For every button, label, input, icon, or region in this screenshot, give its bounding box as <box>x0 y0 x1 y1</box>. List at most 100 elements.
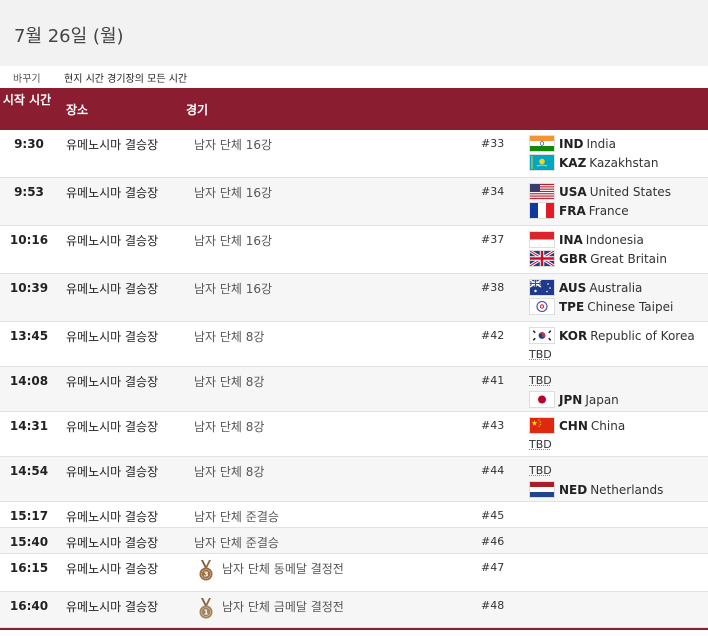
venue: 유메노시마 결승장 <box>66 600 159 614</box>
teams: KOR Republic of Korea TBD <box>529 326 695 364</box>
match-number: #34 <box>481 185 505 198</box>
page-title: 7월 26일 (월) <box>14 26 124 47</box>
start-time: 15:40 <box>9 535 49 549</box>
gbr-flag <box>529 250 555 267</box>
table-row: 10:16 유메노시마 결승장 남자 단체 16강 #37 INA Indonesia GB… <box>0 226 708 274</box>
teams: CHN China TBD <box>529 416 625 454</box>
team-code: JPN <box>559 392 583 407</box>
team[interactable]: CHN China <box>529 416 625 435</box>
toggle-label: 바꾸기 <box>13 74 41 85</box>
team-name: United States <box>589 184 671 199</box>
teams: INA Indonesia GBR Great Britain <box>529 230 667 268</box>
team-code: INA <box>559 232 583 247</box>
table-header: 시작 시간 장소 경기 <box>0 88 708 130</box>
start-time: 14:31 <box>9 419 49 433</box>
table-row: 14:31 유메노시마 결승장 남자 단체 8강 #43 CHN China TBD <box>0 412 708 457</box>
teams: TBD JPN Japan <box>529 371 619 409</box>
table-row: 14:54 유메노시마 결승장 남자 단체 8강 #44 TBD NED Netherlan… <box>0 457 708 502</box>
kor-flag <box>529 327 555 344</box>
start-time: 15:17 <box>9 509 49 523</box>
team-name: Netherlands <box>590 482 664 497</box>
team[interactable]: GBR Great Britain <box>529 249 667 268</box>
table-row: 15:17 유메노시마 결승장 남자 단체 준결승 #45 <box>0 502 708 528</box>
ina-flag <box>529 231 555 248</box>
time-toggle-row: 바꾸기 현지 시간 경기장의 모든 시간 <box>0 66 708 88</box>
team-name: Chinese Taipei <box>587 299 674 314</box>
team-name: Australia <box>589 280 643 295</box>
venue: 유메노시마 결승장 <box>66 510 159 524</box>
match-number: #44 <box>481 464 505 477</box>
team[interactable]: AUS Australia <box>529 278 673 297</box>
tbd-label: TBD <box>529 464 552 477</box>
table-row: 9:53 유메노시마 결승장 남자 단체 16강 #34 USA United State… <box>0 178 708 226</box>
team[interactable]: KOR Republic of Korea <box>529 326 695 345</box>
teams: TBD NED Netherlands <box>529 461 663 499</box>
title-bar: 7월 26일 (월) <box>0 0 708 66</box>
event-name: 남자 단체 8강 <box>194 330 265 344</box>
event-name: 남자 단체 16강 <box>194 234 273 248</box>
start-time: 13:45 <box>9 329 49 343</box>
team-code: CHN <box>559 418 588 433</box>
team[interactable]: FRA France <box>529 201 671 220</box>
match-number: #37 <box>481 233 505 246</box>
team[interactable]: TPE Chinese Taipei <box>529 297 673 316</box>
match-number: #48 <box>481 599 505 612</box>
team[interactable]: USA United States <box>529 182 671 201</box>
chn-flag <box>529 417 555 434</box>
venue: 유메노시마 결승장 <box>66 330 159 344</box>
time-zone-toggle[interactable]: 현지 시간 경기장의 모든 시간 <box>64 70 187 85</box>
match-number: #41 <box>481 374 505 387</box>
team-name: Japan <box>585 392 619 407</box>
header-event: 경기 <box>186 103 209 117</box>
team-name: Indonesia <box>585 232 644 247</box>
table-row: 15:40 유메노시마 결승장 남자 단체 준결승 #46 <box>0 528 708 554</box>
team-code: NED <box>559 482 588 497</box>
event-name: 남자 단체 16강 <box>194 282 273 296</box>
event-name: 남자 단체 16강 <box>194 138 273 152</box>
match-number: #38 <box>481 281 505 294</box>
table-row: 14:08 유메노시마 결승장 남자 단체 8강 #41 TBD JPN Japan <box>0 367 708 412</box>
team-code: KOR <box>559 328 588 343</box>
event-name: 남자 단체 동메달 결정전 <box>222 562 344 576</box>
match-number: #45 <box>481 509 505 522</box>
schedule-table: 시작 시간 장소 경기 9:30 유메노시마 결승장 남자 단체 16강 #33 IND… <box>0 88 708 628</box>
team-name: France <box>588 203 629 218</box>
tpe-flag <box>529 298 555 315</box>
team[interactable]: IND India <box>529 134 658 153</box>
team-name: India <box>586 136 616 151</box>
venue: 유메노시마 결승장 <box>66 282 159 296</box>
match-number: #43 <box>481 419 505 432</box>
venue: 유메노시마 결승장 <box>66 186 159 200</box>
tbd-label: TBD <box>529 348 552 361</box>
table-body: 9:30 유메노시마 결승장 남자 단체 16강 #33 IND India KAZ Kaza… <box>0 130 708 628</box>
team-code: FRA <box>559 203 586 218</box>
venue: 유메노시마 결승장 <box>66 234 159 248</box>
team[interactable]: NED Netherlands <box>529 480 663 499</box>
team-code: GBR <box>559 251 588 266</box>
venue: 유메노시마 결승장 <box>66 375 159 389</box>
gold-medal-icon: 1 <box>198 598 214 620</box>
tbd-label: TBD <box>529 374 552 387</box>
event-name: 남자 단체 8강 <box>194 420 265 434</box>
start-time: 10:39 <box>9 281 49 295</box>
team[interactable]: JPN Japan <box>529 390 619 409</box>
team-code: USA <box>559 184 587 199</box>
team[interactable]: KAZ Kazakhstan <box>529 153 658 172</box>
bronze-medal-icon: 3 <box>198 560 214 582</box>
start-time: 9:30 <box>14 137 44 151</box>
start-time: 9:53 <box>14 185 44 199</box>
table-row: 13:45 유메노시마 결승장 남자 단체 8강 #42 KOR Republic of … <box>0 322 708 367</box>
table-row: 10:39 유메노시마 결승장 남자 단체 16강 #38 AUS Australia TP… <box>0 274 708 322</box>
tbd-label: TBD <box>529 438 552 451</box>
header-start-time: 시작 시간 <box>2 93 52 107</box>
start-time: 10:16 <box>9 233 49 247</box>
teams: AUS Australia TPE Chinese Taipei <box>529 278 673 316</box>
match-number: #47 <box>481 561 505 574</box>
team[interactable]: INA Indonesia <box>529 230 667 249</box>
venue: 유메노시마 결승장 <box>66 138 159 152</box>
match-number: #46 <box>481 535 505 548</box>
teams: USA United States FRA France <box>529 182 671 220</box>
table-row: 16:15 유메노시마 결승장 남자 단체 동메달 결정전 3 #47 <box>0 554 708 592</box>
venue: 유메노시마 결승장 <box>66 465 159 479</box>
start-time: 16:40 <box>9 599 49 613</box>
